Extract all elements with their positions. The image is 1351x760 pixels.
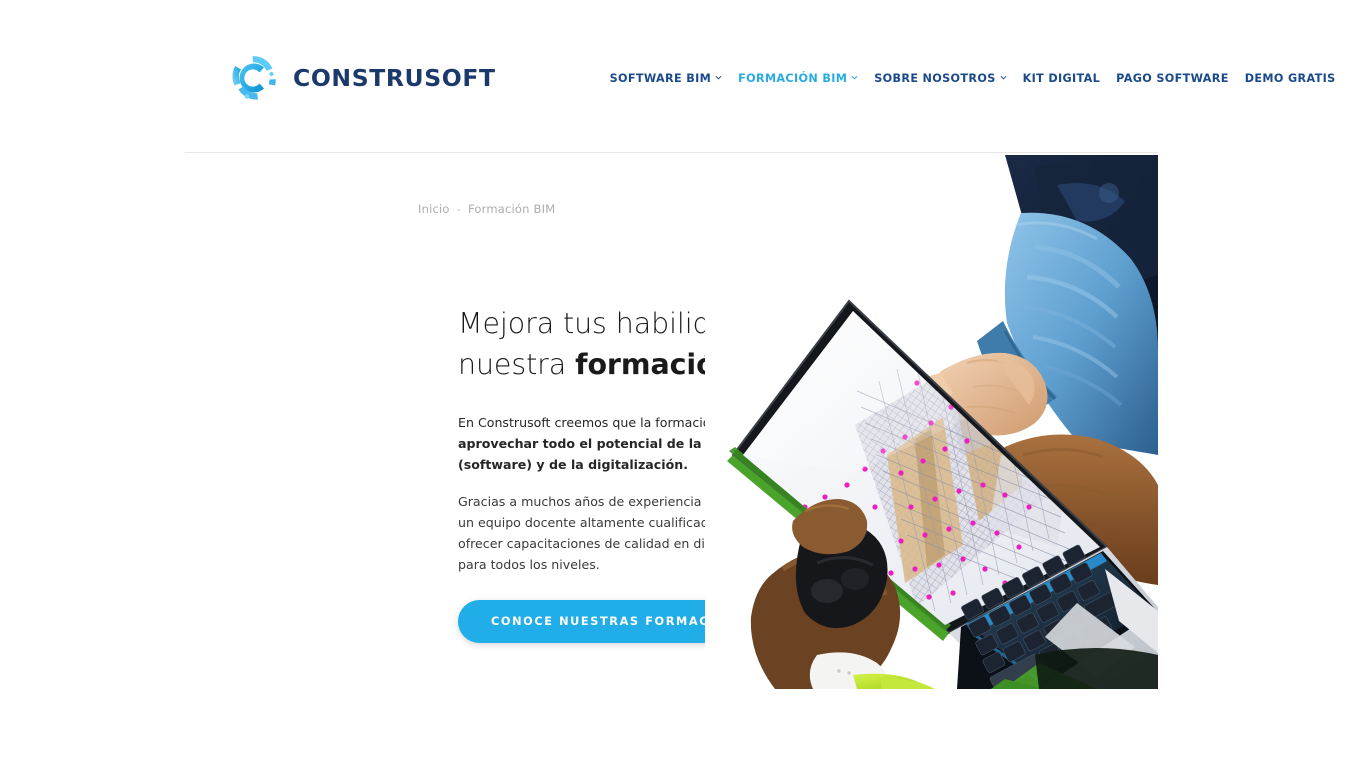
site-header: CONSTRUSOFT SOFTWARE BIM FORMACIÓN BIM S… xyxy=(185,0,1335,153)
breadcrumb: Inicio - Formación BIM xyxy=(418,202,555,216)
browser-viewport: CONSTRUSOFT SOFTWARE BIM FORMACIÓN BIM S… xyxy=(0,0,1351,760)
site-content: CONSTRUSOFT SOFTWARE BIM FORMACIÓN BIM S… xyxy=(185,0,1335,760)
breadcrumb-home[interactable]: Inicio xyxy=(418,202,450,216)
nav-item-sobre-nosotros[interactable]: SOBRE NOSOTROS xyxy=(866,66,1014,91)
brand-name: CONSTRUSOFT xyxy=(293,64,496,92)
nav-label: SOFTWARE BIM xyxy=(609,72,712,85)
chevron-down-icon xyxy=(851,74,858,81)
chevron-down-icon xyxy=(715,74,722,81)
main-navigation: SOFTWARE BIM FORMACIÓN BIM SOBRE NOSOTRO… xyxy=(602,66,1351,91)
nav-item-demo-gratis[interactable]: DEMO GRATIS xyxy=(1237,66,1344,91)
nav-item-formacion-bim[interactable]: FORMACIÓN BIM xyxy=(730,66,866,91)
nav-item-software-bim[interactable]: SOFTWARE BIM xyxy=(602,66,731,91)
hero-image xyxy=(705,155,1158,689)
nav-item-pago-software[interactable]: PAGO SOFTWARE xyxy=(1108,66,1237,91)
nav-label: DEMO GRATIS xyxy=(1244,72,1336,85)
chevron-down-icon xyxy=(1000,74,1007,81)
site-logo[interactable]: CONSTRUSOFT xyxy=(228,52,496,104)
nav-label: PAGO SOFTWARE xyxy=(1116,72,1229,85)
nav-label: FORMACIÓN BIM xyxy=(738,72,848,85)
hero-lead-plain: En Construsoft creemos que la formación … xyxy=(458,415,741,430)
breadcrumb-current: Formación BIM xyxy=(468,202,556,216)
breadcrumb-separator: - xyxy=(456,202,461,216)
nav-label: SOBRE NOSOTROS xyxy=(874,72,996,85)
nav-label: KIT DIGITAL xyxy=(1022,72,1101,85)
nav-item-kit-digital[interactable]: KIT DIGITAL xyxy=(1015,66,1109,91)
construsoft-swirl-logo-icon xyxy=(228,52,280,104)
